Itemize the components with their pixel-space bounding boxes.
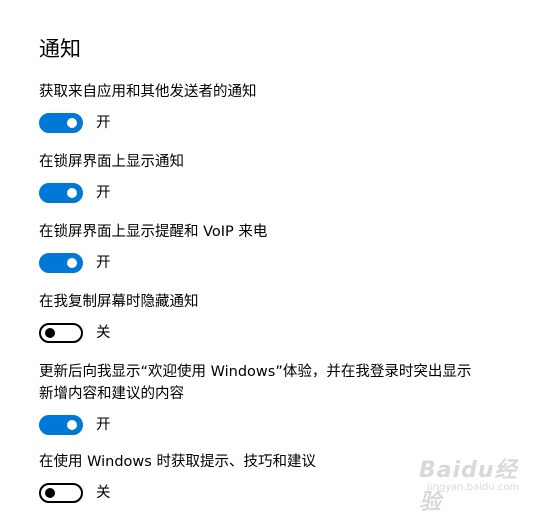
toggle-row: 开: [39, 112, 519, 134]
toggle-knob: [45, 488, 55, 498]
setting-tips-tricks: 在使用 Windows 时获取提示、技巧和建议 关: [39, 451, 519, 504]
toggle-switch[interactable]: [39, 253, 83, 273]
setting-label: 在锁屏界面上显示提醒和 VoIP 来电: [39, 224, 268, 240]
toggle-state-text: 开: [96, 417, 111, 433]
setting-label: 获取来自应用和其他发送者的通知: [39, 84, 257, 100]
toggle-state-text: 关: [96, 325, 111, 341]
toggle-state-text: 开: [96, 185, 111, 201]
toggle-switch[interactable]: [39, 483, 83, 503]
setting-app-notifications: 获取来自应用和其他发送者的通知 开: [39, 81, 519, 134]
setting-welcome-experience: 更新后向我显示“欢迎使用 Windows”体验，并在我登录时突出显示 新增内容和…: [39, 361, 519, 436]
toggle-knob: [67, 118, 77, 128]
setting-lockscreen-notifications: 在锁屏界面上显示通知 开: [39, 151, 519, 204]
setting-hide-when-duplicating: 在我复制屏幕时隐藏通知 关: [39, 291, 519, 344]
toggle-state-text: 开: [96, 115, 111, 131]
toggle-knob: [67, 420, 77, 430]
section-title: 通知: [39, 37, 81, 61]
toggle-switch[interactable]: [39, 415, 83, 435]
setting-label: 在我复制屏幕时隐藏通知: [39, 294, 199, 310]
toggle-row: 关: [39, 322, 519, 344]
toggle-row: 开: [39, 252, 519, 274]
setting-lockscreen-reminders-voip: 在锁屏界面上显示提醒和 VoIP 来电 开: [39, 221, 519, 274]
toggle-state-text: 关: [96, 485, 111, 501]
toggle-knob: [67, 188, 77, 198]
toggle-state-text: 开: [96, 255, 111, 271]
setting-label: 在锁屏界面上显示通知: [39, 154, 184, 170]
setting-label: 在使用 Windows 时获取提示、技巧和建议: [39, 454, 316, 470]
toggle-switch[interactable]: [39, 183, 83, 203]
setting-label: 更新后向我显示“欢迎使用 Windows”体验，并在我登录时突出显示 新增内容和…: [39, 364, 472, 402]
toggle-row: 开: [39, 182, 519, 204]
toggle-row: 开: [39, 414, 519, 436]
toggle-switch[interactable]: [39, 323, 83, 343]
toggle-knob: [45, 328, 55, 338]
toggle-knob: [67, 258, 77, 268]
toggle-switch[interactable]: [39, 113, 83, 133]
toggle-row: 关: [39, 482, 519, 504]
